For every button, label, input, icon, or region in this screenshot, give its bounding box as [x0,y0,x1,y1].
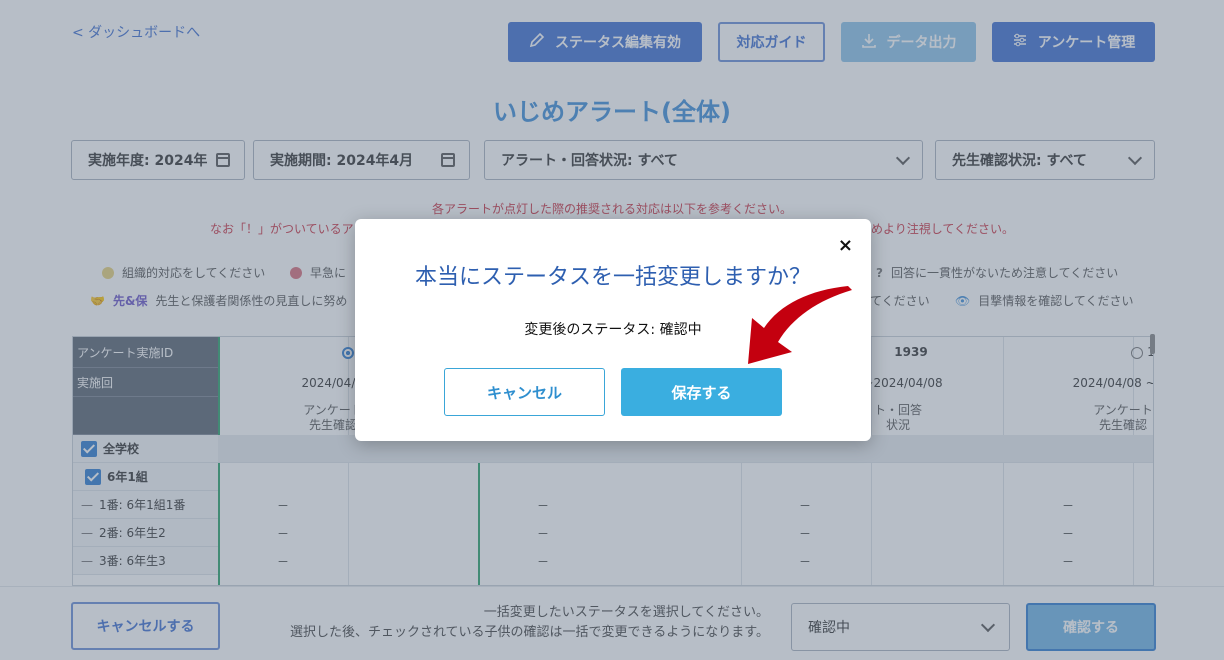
red-arrow-icon [748,286,852,364]
modal-cancel-button[interactable]: キャンセル [444,368,605,416]
modal-save-button[interactable]: 保存する [621,368,782,416]
close-icon[interactable]: × [838,235,853,256]
